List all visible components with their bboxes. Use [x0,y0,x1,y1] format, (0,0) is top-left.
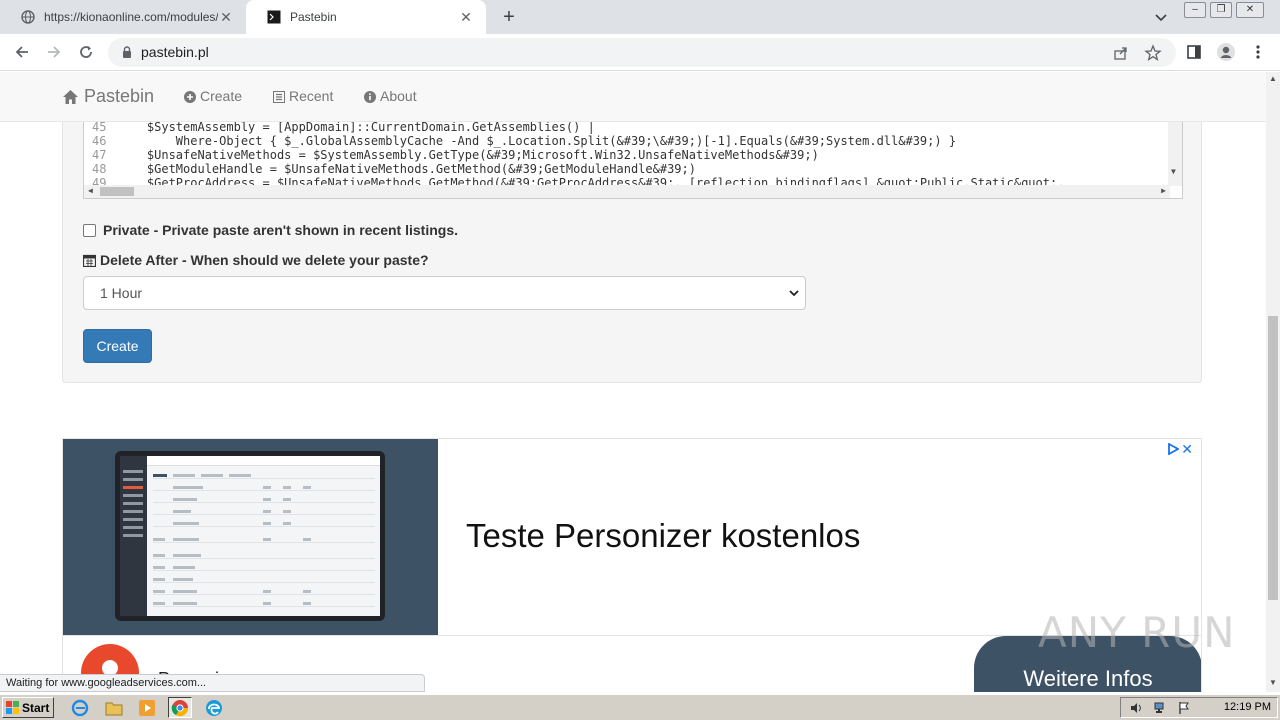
code-line: 46 Where-Object { $_.GlobalAssemblyCache… [92,134,957,148]
home-icon [62,89,79,105]
browser-tab-pastebin[interactable]: Pastebin ✕ [246,0,486,34]
tab-search-chevron-icon[interactable] [1152,8,1170,26]
code-vertical-scrollbar[interactable]: ▼ [1168,122,1182,186]
browser-tabstrip: https://kionaonline.com/modules/bor ✕ Pa… [0,0,1280,34]
nav-about[interactable]: About [364,88,417,104]
delete-after-text: Delete After - When should we delete you… [100,252,429,268]
reload-icon[interactable] [76,42,96,62]
delete-after-select[interactable]: 1 Hour [83,276,806,310]
scroll-left-arrow-icon[interactable]: ◀ [88,186,93,195]
brand-name: Pastebin [84,86,155,106]
url-text: pastebin.pl [141,44,209,60]
info-circle-icon [364,90,376,103]
ad-close-icon[interactable]: ✕ [1181,441,1193,458]
window-close-icon[interactable]: ✕ [1236,2,1264,18]
chrome-taskbar-icon[interactable] [168,697,192,718]
private-checkbox[interactable] [83,223,96,237]
flag-icon[interactable] [1177,701,1191,715]
scroll-down-arrow-icon[interactable]: ▼ [1171,167,1176,176]
code-horizontal-scrollbar[interactable]: ◀ ▶ [84,185,1170,198]
media-player-taskbar-icon[interactable] [135,697,159,718]
start-button[interactable]: Start [2,697,54,718]
browser-toolbar: pastebin.pl [0,34,1280,71]
laptop-illustration [115,451,385,621]
code-textarea[interactable]: 45 $SystemAssembly = [AppDomain]::Curren… [83,122,1183,199]
page-scroll-thumb[interactable] [1268,316,1278,600]
nav-create[interactable]: Create [184,88,242,104]
tab-close-icon[interactable]: ✕ [218,9,234,25]
scroll-up-arrow-icon[interactable]: ▲ [1269,74,1277,83]
code-line: 45 $SystemAssembly = [AppDomain]::Curren… [92,122,595,134]
private-option[interactable]: Private - Private paste aren't shown in … [83,222,458,238]
site-navbar: Pastebin Create Recent About [0,72,1266,122]
chevron-down-icon [787,286,801,300]
scroll-right-arrow-icon[interactable]: ▶ [1161,186,1166,195]
private-label: Private - Private paste aren't shown in … [103,222,458,238]
ad-image[interactable] [63,439,438,635]
volume-icon[interactable] [1129,701,1143,715]
back-icon[interactable] [12,42,32,62]
address-bar[interactable]: pastebin.pl [108,38,1176,67]
plus-circle-icon [184,90,196,103]
nav-create-label: Create [200,88,243,104]
start-label: Start [22,700,50,715]
page-viewport: Pastebin Create Recent About 45 $SystemA… [0,72,1266,692]
side-panel-icon[interactable] [1184,42,1204,62]
explorer-taskbar-icon[interactable] [102,697,126,718]
kebab-menu-icon[interactable] [1248,42,1268,62]
brand-link[interactable]: Pastebin [62,86,154,107]
anyrun-watermark: ANY RUN [1038,608,1236,657]
ad-headline[interactable]: Teste Personizer kostenlos [466,517,860,555]
nav-about-label: About [380,88,417,104]
system-tray: 12:19 PM [1120,697,1278,718]
profile-avatar-icon[interactable] [1216,42,1236,62]
nav-recent[interactable]: Recent [273,88,333,104]
tab-close-icon[interactable]: ✕ [458,9,474,25]
network-icon[interactable] [1153,701,1167,715]
ie-taskbar-icon[interactable] [68,697,92,718]
page-scrollbar[interactable]: ▲ ▼ [1266,72,1280,692]
windows-taskbar: Start 12:19 PM [0,694,1280,720]
new-tab-icon[interactable]: + [498,6,520,28]
pastebin-favicon-icon [266,9,282,25]
scroll-down-arrow-icon[interactable]: ▼ [1269,678,1277,687]
scroll-thumb[interactable] [100,187,134,196]
calendar-icon [82,254,97,267]
bookmark-star-icon[interactable] [1144,44,1162,62]
list-icon [273,90,285,103]
paste-form-panel: 45 $SystemAssembly = [AppDomain]::Curren… [62,122,1202,383]
nav-recent-label: Recent [289,88,334,104]
create-button[interactable]: Create [83,329,152,363]
delete-after-label: Delete After - When should we delete you… [82,252,429,268]
lock-icon[interactable] [120,45,134,59]
globe-icon [20,9,36,25]
status-bubble: Waiting for www.googleadservices.com... [0,674,425,692]
tab-title: https://kionaonline.com/modules/bor [44,10,218,24]
minimize-icon[interactable]: – [1184,2,1206,18]
clock: 12:19 PM [1223,701,1271,713]
windows-logo-icon [6,700,20,715]
restore-icon[interactable]: ❐ [1210,2,1232,18]
adchoices-icon[interactable] [1167,442,1180,456]
share-icon[interactable] [1112,44,1130,62]
browser-tab-kionaonline[interactable]: https://kionaonline.com/modules/bor ✕ [0,0,246,34]
edge-taskbar-icon[interactable] [202,697,226,718]
tab-title: Pastebin [290,10,337,24]
code-line: 48 $GetModuleHandle = $UnsafeNativeMetho… [92,162,696,176]
forward-icon[interactable] [44,42,64,62]
advertisement[interactable]: ✕ Teste Personizer kostenlos Personizer … [62,438,1202,692]
code-line: 47 $UnsafeNativeMethods = $SystemAssembl… [92,148,819,162]
delete-after-value: 1 Hour [100,285,143,301]
